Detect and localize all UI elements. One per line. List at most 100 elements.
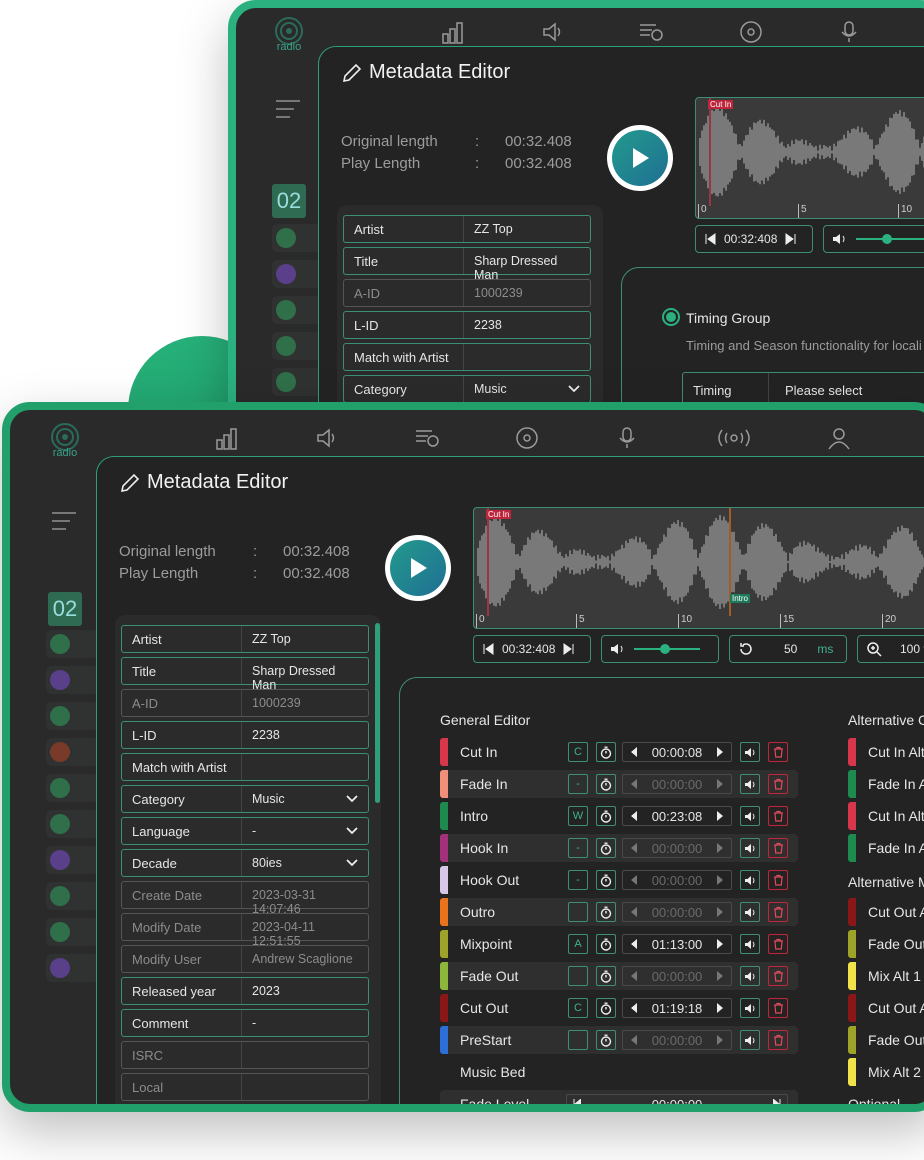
- cue-time[interactable]: 00:00:00: [622, 838, 732, 858]
- volume-control[interactable]: [823, 225, 924, 253]
- sidebar-track[interactable]: [46, 846, 98, 874]
- field-value[interactable]: -: [242, 1010, 368, 1036]
- field-match-with-artist[interactable]: Match with Artist: [121, 753, 369, 781]
- intro-marker[interactable]: Intro: [730, 594, 751, 603]
- volume-icon[interactable]: [740, 774, 760, 794]
- cue-letter-box[interactable]: W: [568, 806, 588, 826]
- field-local[interactable]: Local: [121, 1073, 369, 1101]
- field-decade[interactable]: Decade 80ies: [121, 849, 369, 877]
- sidebar-track[interactable]: [46, 666, 98, 694]
- cue-time[interactable]: 01:19:18: [622, 998, 732, 1018]
- microphone-icon[interactable]: [614, 426, 640, 450]
- sidebar-track[interactable]: [272, 260, 324, 288]
- waveform[interactable]: Cut In 0 5 10: [695, 97, 924, 219]
- sidebar-track[interactable]: [46, 738, 98, 766]
- stopwatch-icon[interactable]: [596, 934, 616, 954]
- stopwatch-icon[interactable]: [596, 742, 616, 762]
- field-category[interactable]: Category Music: [121, 785, 369, 813]
- field-modify-user[interactable]: Modify User Andrew Scaglione: [121, 945, 369, 973]
- cue-letter-box[interactable]: [568, 966, 588, 986]
- trash-icon[interactable]: [768, 806, 788, 826]
- sidebar-track[interactable]: [272, 296, 324, 324]
- vinyl-icon[interactable]: [514, 426, 540, 450]
- cue-letter-box[interactable]: [568, 902, 588, 922]
- cue-letter-box[interactable]: C: [568, 998, 588, 1018]
- menu-icon[interactable]: [274, 98, 304, 125]
- cue-time[interactable]: 00:00:00: [622, 774, 732, 794]
- volume-icon[interactable]: [740, 870, 760, 890]
- field-title[interactable]: Title Sharp Dressed Man: [121, 657, 369, 692]
- stopwatch-icon[interactable]: [596, 998, 616, 1018]
- cue-letter-box[interactable]: -: [568, 838, 588, 858]
- sidebar-track[interactable]: [272, 224, 324, 252]
- field-value[interactable]: Sharp Dressed Man: [242, 658, 368, 692]
- step-control[interactable]: 50 ms: [729, 635, 847, 663]
- field-value[interactable]: ZZ Top: [242, 626, 368, 652]
- waveform[interactable]: Cut In Intro 0 5 10 15 20: [473, 507, 924, 629]
- cue-letter-box[interactable]: C: [568, 742, 588, 762]
- field-a-id[interactable]: A-ID 1000239: [343, 279, 591, 307]
- trash-icon[interactable]: [768, 966, 788, 986]
- cue-time[interactable]: 00:00:00: [622, 966, 732, 986]
- field-select[interactable]: Music: [464, 376, 590, 402]
- field-value[interactable]: ZZ Top: [464, 216, 590, 242]
- field-create-date[interactable]: Create Date 2023-03-31 14:07:46: [121, 881, 369, 916]
- chevron-down-icon[interactable]: [346, 792, 358, 804]
- field-value[interactable]: [464, 344, 590, 370]
- playlist-icon[interactable]: [414, 426, 440, 450]
- cue-letter-box[interactable]: A: [568, 934, 588, 954]
- trash-icon[interactable]: [768, 934, 788, 954]
- menu-icon[interactable]: [50, 510, 80, 537]
- cue-letter-box[interactable]: [568, 1030, 588, 1050]
- field-match-with-artist[interactable]: Match with Artist: [343, 343, 591, 371]
- sidebar-track[interactable]: [46, 954, 98, 982]
- play-button[interactable]: [607, 125, 673, 191]
- volume-control[interactable]: [601, 635, 719, 663]
- field-isrc[interactable]: ISRC: [121, 1041, 369, 1069]
- cue-time[interactable]: 01:13:00: [622, 934, 732, 954]
- position-control[interactable]: 00:32:408: [473, 635, 591, 663]
- timing-group-radio[interactable]: [662, 308, 680, 326]
- form-scrollbar[interactable]: [375, 623, 380, 803]
- field-artist[interactable]: Artist ZZ Top: [343, 215, 591, 243]
- fade-level-time[interactable]: 00:00:00: [566, 1094, 788, 1104]
- volume-icon[interactable]: [740, 934, 760, 954]
- field-comment[interactable]: Comment -: [121, 1009, 369, 1037]
- field-language[interactable]: Language -: [121, 817, 369, 845]
- field-value[interactable]: 2238: [242, 722, 368, 748]
- microphone-icon[interactable]: [836, 20, 862, 44]
- chevron-down-icon[interactable]: [346, 856, 358, 868]
- cut-in-marker[interactable]: Cut In: [486, 510, 512, 519]
- chevron-down-icon[interactable]: [568, 382, 580, 394]
- chevron-down-icon[interactable]: [346, 824, 358, 836]
- cue-time[interactable]: 00:00:00: [622, 870, 732, 890]
- volume-icon[interactable]: [740, 902, 760, 922]
- trash-icon[interactable]: [768, 838, 788, 858]
- field-category[interactable]: Category Music: [343, 375, 591, 403]
- field-value[interactable]: 2023: [242, 978, 368, 1004]
- position-control[interactable]: 00:32:408: [695, 225, 813, 253]
- stats-icon[interactable]: [214, 426, 240, 450]
- field-artist[interactable]: Artist ZZ Top: [121, 625, 369, 653]
- timing-select[interactable]: Timing Please select: [682, 372, 924, 406]
- skip-start-icon[interactable]: [704, 233, 716, 245]
- play-button[interactable]: [385, 535, 451, 601]
- trash-icon[interactable]: [768, 902, 788, 922]
- field-modify-date[interactable]: Modify Date 2023-04-11 12:51:55: [121, 913, 369, 948]
- field-select[interactable]: 80ies: [242, 850, 368, 876]
- field-released-year[interactable]: Released year 2023: [121, 977, 369, 1005]
- skip-end-icon[interactable]: [785, 233, 797, 245]
- stats-icon[interactable]: [440, 20, 466, 44]
- trash-icon[interactable]: [768, 774, 788, 794]
- broadcast-icon[interactable]: [714, 426, 754, 450]
- volume-slider[interactable]: [634, 644, 700, 654]
- field-l-id[interactable]: L-ID 2238: [343, 311, 591, 339]
- stopwatch-icon[interactable]: [596, 966, 616, 986]
- speaker-icon[interactable]: [540, 20, 566, 44]
- sidebar-track[interactable]: [46, 918, 98, 946]
- volume-icon[interactable]: [740, 1030, 760, 1050]
- user-icon[interactable]: [826, 426, 852, 450]
- volume-slider[interactable]: [856, 234, 924, 244]
- sidebar-track[interactable]: [46, 630, 98, 658]
- stopwatch-icon[interactable]: [596, 806, 616, 826]
